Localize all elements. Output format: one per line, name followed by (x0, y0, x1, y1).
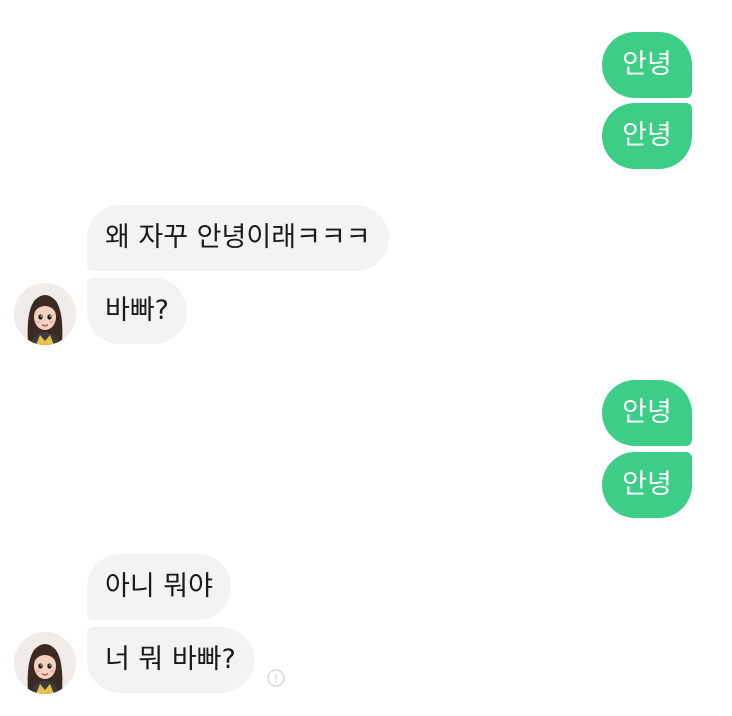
sent-message-bubble[interactable]: 안녕 (602, 103, 692, 169)
girl-avatar-icon (14, 283, 76, 345)
received-message-bubble[interactable]: 너 뭐 바빠? (87, 627, 254, 693)
received-message-bubble[interactable]: 아니 뭐야 (87, 554, 231, 620)
sent-message-bubble[interactable]: 안녕 (602, 452, 692, 518)
contact-avatar[interactable] (14, 632, 76, 694)
sent-message-bubble[interactable]: 안녕 (602, 32, 692, 98)
info-circle-icon[interactable] (267, 669, 285, 687)
received-message-bubble[interactable]: 왜 자꾸 안녕이래ㅋㅋㅋ (87, 205, 389, 271)
sent-message-bubble[interactable]: 안녕 (602, 380, 692, 446)
girl-avatar-icon (14, 632, 76, 694)
contact-avatar[interactable] (14, 283, 76, 345)
received-message-bubble[interactable]: 바빠? (87, 278, 188, 344)
